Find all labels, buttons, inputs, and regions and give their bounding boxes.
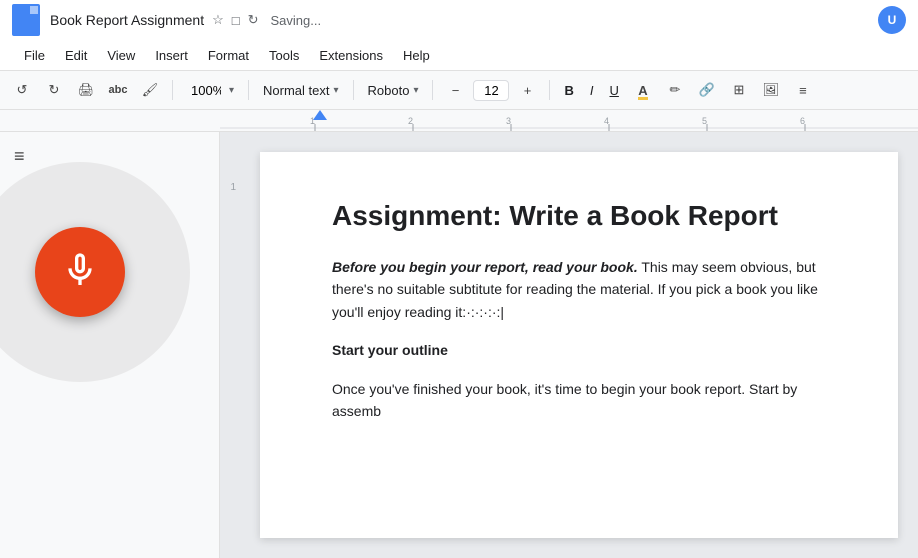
paragraph-2-title: Start your outline — [332, 339, 826, 361]
menu-tools[interactable]: Tools — [261, 46, 307, 65]
menu-bar: File Edit View Insert Format Tools Exten… — [0, 40, 918, 70]
paragraph-1: Before you begin your report, read your … — [332, 256, 826, 323]
menu-extensions[interactable]: Extensions — [311, 46, 391, 65]
text-style-select[interactable]: Normal text ▾ — [257, 81, 345, 100]
underline-button[interactable]: U — [604, 76, 625, 104]
document-area[interactable]: Assignment: Write a Book Report Before y… — [240, 132, 918, 558]
page-number: 1 — [230, 182, 236, 193]
document-body[interactable]: Before you begin your report, read your … — [332, 256, 826, 422]
zoom-chevron: ▾ — [229, 85, 234, 96]
italic-button[interactable]: I — [584, 76, 600, 104]
font-label: Roboto — [368, 83, 410, 98]
document-page[interactable]: Assignment: Write a Book Report Before y… — [260, 152, 898, 538]
toolbar-divider-3 — [353, 80, 354, 100]
text-style-label: Normal text — [263, 83, 329, 98]
text-style-chevron: ▾ — [334, 85, 339, 96]
voice-overlay — [0, 162, 190, 382]
sidebar: ≡ — [0, 132, 220, 558]
svg-text:2: 2 — [408, 116, 413, 126]
paragraph-2: Once you've finished your book, it's tim… — [332, 378, 826, 423]
microphone-icon — [60, 250, 100, 295]
menu-format[interactable]: Format — [200, 46, 257, 65]
document-title[interactable]: Book Report Assignment — [50, 12, 204, 28]
menu-view[interactable]: View — [99, 46, 143, 65]
zoom-select[interactable]: 100% ▾ — [181, 79, 240, 102]
menu-file[interactable]: File — [16, 46, 53, 65]
spellcheck-button[interactable]: abc — [104, 76, 132, 104]
menu-help[interactable]: Help — [395, 46, 438, 65]
insert-image-button[interactable]: 🖼 — [757, 76, 785, 104]
toolbar-divider-2 — [248, 80, 249, 100]
drive-icon[interactable]: □ — [232, 13, 240, 28]
bookmark-icon[interactable]: ☆ — [212, 12, 224, 28]
paragraph-1-bold: Before you begin your report, read your … — [332, 259, 638, 275]
toolbar-divider-1 — [172, 80, 173, 100]
zoom-input[interactable]: 100% — [187, 81, 225, 100]
title-icons: ☆ □ ↻ Saving... — [212, 12, 321, 28]
user-avatar[interactable]: U — [878, 6, 906, 34]
toolbar-divider-4 — [432, 80, 433, 100]
print-button[interactable]: 🖨 — [72, 76, 100, 104]
section-2-title: Start your outline — [332, 342, 448, 358]
text-color-icon: A — [638, 83, 647, 98]
undo-button[interactable]: ↺ — [8, 76, 36, 104]
page-margin: 1 — [220, 132, 240, 558]
font-size-input[interactable]: 12 — [473, 80, 509, 101]
ruler: 1 2 3 4 5 6 — [0, 110, 918, 132]
bold-button[interactable]: B — [558, 76, 579, 104]
svg-text:6: 6 — [800, 116, 805, 126]
menu-edit[interactable]: Edit — [57, 46, 95, 65]
title-bar: Book Report Assignment ☆ □ ↻ Saving... U — [0, 0, 918, 40]
svg-text:4: 4 — [604, 116, 609, 126]
main-area: ≡ 1 Assignment: Write a Book Report Befo… — [0, 132, 918, 558]
more-options-button[interactable]: ≡ — [789, 76, 817, 104]
font-chevron: ▾ — [413, 85, 418, 96]
redo-button[interactable]: ↻ — [40, 76, 68, 104]
increase-font-button[interactable]: + — [513, 76, 541, 104]
google-docs-icon — [12, 4, 40, 36]
font-select[interactable]: Roboto ▾ — [362, 81, 425, 100]
insert-table-button[interactable]: ⊞ — [725, 76, 753, 104]
text-color-button[interactable]: A — [629, 76, 657, 104]
svg-text:5: 5 — [702, 116, 707, 126]
document-heading: Assignment: Write a Book Report — [332, 200, 826, 232]
mic-button[interactable] — [35, 227, 125, 317]
outline-icon[interactable]: ≡ — [10, 142, 29, 171]
paint-format-button[interactable]: 🖌 — [136, 76, 164, 104]
saving-status: Saving... — [271, 13, 322, 28]
highlight-button[interactable]: ✏ — [661, 76, 689, 104]
toolbar-divider-5 — [549, 80, 550, 100]
decrease-font-button[interactable]: − — [441, 76, 469, 104]
link-button[interactable]: 🔗 — [693, 76, 721, 104]
ruler-canvas: 1 2 3 4 5 6 — [220, 110, 918, 131]
menu-insert[interactable]: Insert — [147, 46, 196, 65]
svg-text:1: 1 — [310, 116, 315, 126]
toolbar: ↺ ↻ 🖨 abc 🖌 100% ▾ Normal text ▾ Roboto … — [0, 70, 918, 110]
history-icon[interactable]: ↻ — [248, 12, 259, 28]
svg-text:3: 3 — [506, 116, 511, 126]
